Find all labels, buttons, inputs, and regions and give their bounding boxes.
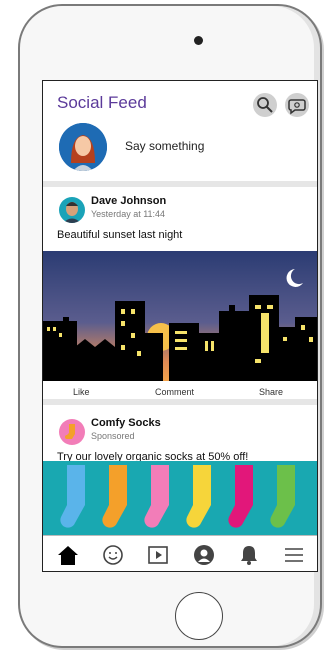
bottom-nav <box>43 535 317 571</box>
post-image[interactable] <box>43 251 318 381</box>
smiley-icon <box>103 545 123 565</box>
ad-image[interactable] <box>43 461 318 537</box>
post-author[interactable]: Comfy Socks <box>91 417 161 429</box>
comment-button[interactable]: Comment <box>155 387 194 397</box>
chat-icon <box>288 99 306 115</box>
front-camera <box>194 36 203 45</box>
composer-input[interactable]: Say something <box>125 139 204 153</box>
search-icon <box>257 97 273 113</box>
author-avatar[interactable] <box>59 197 85 223</box>
share-button[interactable]: Share <box>259 387 283 397</box>
nav-profile[interactable] <box>191 542 217 568</box>
bell-icon <box>241 546 257 565</box>
menu-icon <box>285 548 303 562</box>
nav-home[interactable] <box>55 542 81 568</box>
divider <box>43 399 317 405</box>
post-timestamp: Yesterday at 11:44 <box>91 209 166 219</box>
my-avatar[interactable] <box>59 123 107 171</box>
avatar-illustration <box>59 197 85 223</box>
sponsored-label: Sponsored <box>91 431 135 441</box>
page-title: Social Feed <box>57 93 147 112</box>
search-button[interactable] <box>253 93 277 117</box>
avatar-illustration <box>59 123 107 171</box>
profile-icon <box>194 545 214 565</box>
divider <box>43 181 317 187</box>
home-button[interactable] <box>175 592 223 640</box>
post-author[interactable]: Dave Johnson <box>91 195 166 207</box>
advertiser-avatar[interactable] <box>59 419 85 445</box>
sock-icon <box>59 419 85 445</box>
home-icon <box>58 546 78 565</box>
video-icon <box>148 546 168 564</box>
nav-notifications[interactable] <box>236 542 262 568</box>
feed-header: Social Feed Say something <box>43 81 317 181</box>
post-text: Beautiful sunset last night <box>57 229 183 241</box>
like-button[interactable]: Like <box>73 387 90 397</box>
screen: Social Feed Say something Dave Johnson Y… <box>42 80 318 572</box>
chat-button[interactable] <box>285 93 309 117</box>
nav-menu[interactable] <box>281 542 307 568</box>
nav-video[interactable] <box>145 542 171 568</box>
nav-emoji[interactable] <box>100 542 126 568</box>
